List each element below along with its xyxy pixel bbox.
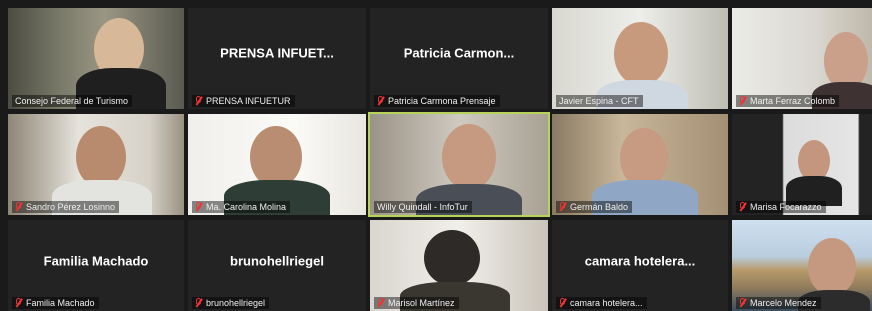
name-bar: PRENSA INFUETUR [192, 95, 295, 107]
mic-muted-icon [15, 202, 22, 212]
mic-muted-icon [559, 202, 566, 212]
participant-tile[interactable]: PRENSA INFUET... PRENSA INFUETUR [188, 8, 366, 109]
participant-tile[interactable]: brunohellriegel brunohellriegel [188, 220, 366, 311]
participant-tile[interactable]: Patricia Carmon... Patricia Carmona Pren… [370, 8, 548, 109]
participant-tile[interactable]: Marta Ferraz Colomb [732, 8, 872, 109]
participant-name: Germán Baldo [570, 202, 629, 212]
name-bar: Patricia Carmona Prensaje [374, 95, 500, 107]
participant-name: Familia Machado [26, 298, 95, 308]
participant-tile[interactable]: Marisa Focarazzo [732, 114, 872, 215]
participant-name: Javier Espina - CFT [559, 96, 639, 106]
participant-display-name: brunohellriegel [230, 253, 324, 269]
name-bar: Ma. Carolina Molina [192, 201, 291, 213]
mic-muted-icon [377, 298, 384, 308]
name-bar: Willy Quindall - InfoTur [374, 201, 472, 213]
video-feed [424, 230, 480, 286]
mic-muted-icon [195, 202, 202, 212]
participant-name: Consejo Federal de Turismo [15, 96, 129, 106]
participant-name: brunohellriegel [206, 298, 266, 308]
mic-muted-icon [377, 96, 384, 106]
video-feed [76, 126, 126, 188]
participant-tile[interactable]: Marcelo Mendez [732, 220, 872, 311]
participant-tile[interactable]: Ma. Carolina Molina [188, 114, 366, 215]
participant-name: Sandro Pérez Losinno [26, 202, 116, 212]
participant-name: PRENSA INFUETUR [206, 96, 291, 106]
participant-display-name: PRENSA INFUET... [220, 45, 334, 61]
participant-tile[interactable]: Familia Machado Familia Machado [8, 220, 184, 311]
name-bar: Germán Baldo [556, 201, 633, 213]
video-feed [614, 22, 668, 86]
participant-tile[interactable]: Marisol Martínez [370, 220, 548, 311]
participant-name: Patricia Carmona Prensaje [388, 96, 496, 106]
video-feed [250, 126, 302, 188]
name-bar: Consejo Federal de Turismo [12, 95, 133, 107]
participant-name: camara hotelera... [570, 298, 643, 308]
mic-muted-icon [195, 96, 202, 106]
active-speaker-tile[interactable]: Willy Quindall - InfoTur [368, 112, 550, 217]
participant-name: Ma. Carolina Molina [206, 202, 287, 212]
participant-display-name: Patricia Carmon... [403, 45, 515, 61]
mic-muted-icon [559, 298, 566, 308]
mic-muted-icon [739, 202, 746, 212]
participant-name: Marisol Martínez [388, 298, 455, 308]
participant-display-name: camara hotelera... [584, 253, 696, 269]
mic-muted-icon [739, 96, 746, 106]
name-bar: Marcelo Mendez [736, 297, 821, 309]
participant-tile[interactable]: Javier Espina - CFT [552, 8, 728, 109]
participant-tile[interactable]: Germán Baldo [552, 114, 728, 215]
participant-display-name: Familia Machado [43, 253, 149, 269]
mic-muted-icon [739, 298, 746, 308]
video-feed [442, 124, 496, 190]
mic-muted-icon [195, 298, 202, 308]
participant-tile[interactable]: Sandro Pérez Losinno [8, 114, 184, 215]
participant-tile[interactable]: Consejo Federal de Turismo [8, 8, 184, 109]
video-feed [808, 238, 856, 296]
participant-name: Marisa Focarazzo [750, 202, 822, 212]
name-bar: brunohellriegel [192, 297, 270, 309]
mic-muted-icon [15, 298, 22, 308]
participant-name: Willy Quindall - InfoTur [377, 202, 468, 212]
name-bar: Marisol Martínez [374, 297, 459, 309]
participant-name: Marcelo Mendez [750, 298, 817, 308]
participant-tile[interactable]: camara hotelera... camara hotelera... [552, 220, 728, 311]
name-bar: Marisa Focarazzo [736, 201, 826, 213]
video-feed [620, 128, 668, 188]
name-bar: Javier Espina - CFT [556, 95, 643, 107]
name-bar: Sandro Pérez Losinno [12, 201, 120, 213]
name-bar: camara hotelera... [556, 297, 647, 309]
video-grid: Consejo Federal de Turismo PRENSA INFUET… [0, 0, 872, 311]
name-bar: Familia Machado [12, 297, 99, 309]
name-bar: Marta Ferraz Colomb [736, 95, 840, 107]
participant-name: Marta Ferraz Colomb [750, 96, 836, 106]
